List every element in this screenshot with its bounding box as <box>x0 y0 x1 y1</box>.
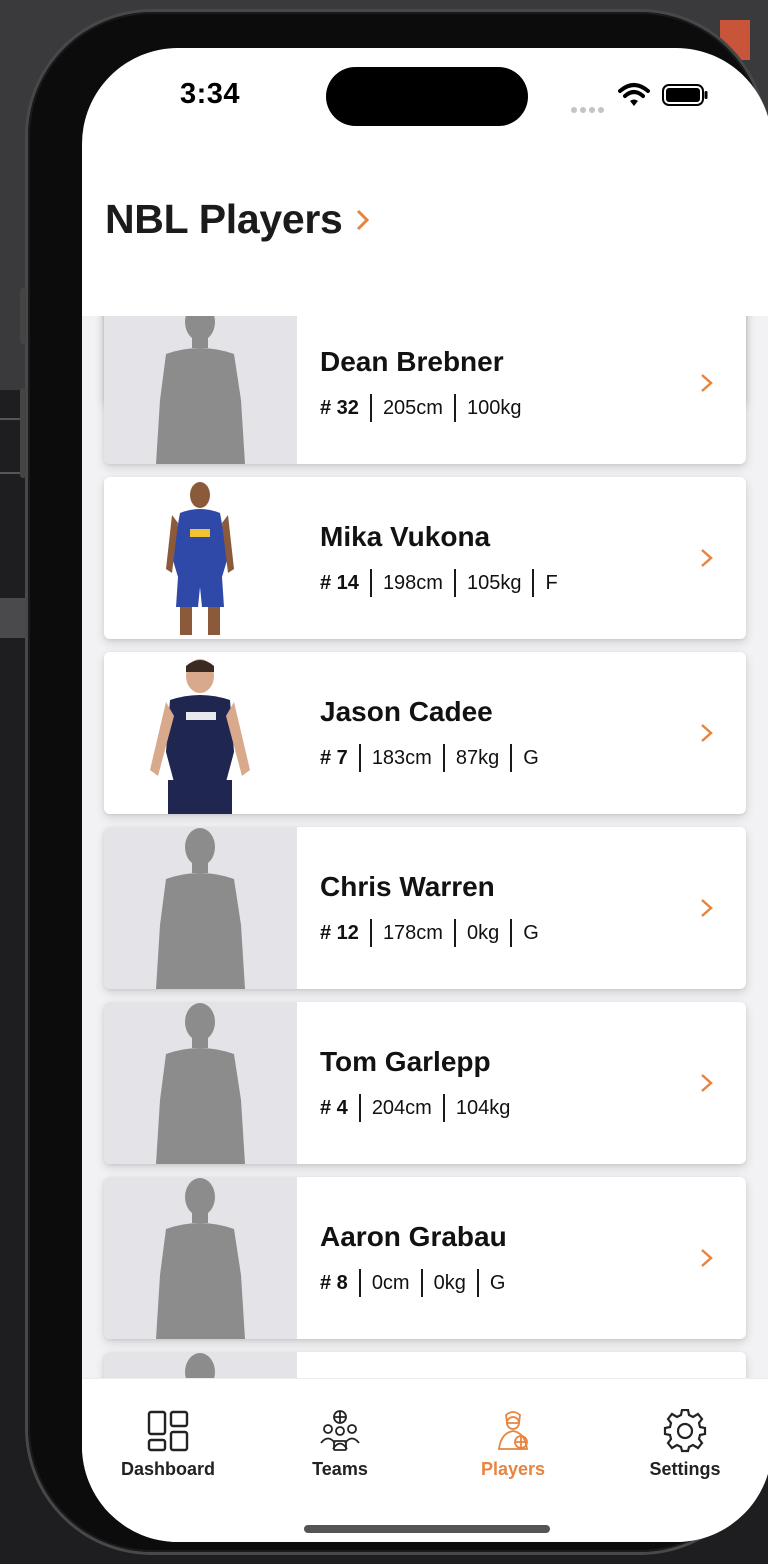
home-indicator[interactable] <box>304 1525 550 1533</box>
chevron-right-icon <box>701 899 713 917</box>
player-name: Chris Warren <box>320 871 495 902</box>
battery-icon <box>662 84 708 106</box>
tab-dashboard[interactable]: Dashboard <box>82 1409 254 1480</box>
player-height: 183cm <box>358 744 443 772</box>
player-silhouette <box>104 827 297 989</box>
chevron-right-icon <box>356 209 369 230</box>
app-screen: 3:34 NBL Players Dean Brebner # 32 205cm… <box>82 48 768 1542</box>
player-number: # 7 <box>320 747 348 769</box>
player-number: # 12 <box>320 922 359 944</box>
chevron-right-icon <box>701 1249 713 1267</box>
player-weight: 105kg <box>453 569 533 597</box>
phone-frame: 3:34 NBL Players Dean Brebner # 32 205cm… <box>20 12 768 1552</box>
player-number: # 14 <box>320 572 359 594</box>
player-card[interactable]: Jason Cadee # 7 183cm 87kg G <box>104 652 746 814</box>
player-card[interactable]: Chris Warren # 12 178cm 0kg G <box>104 827 746 989</box>
player-number: # 32 <box>320 397 359 419</box>
title-row[interactable]: NBL Players <box>105 196 371 243</box>
player-weight: 104kg <box>442 1094 522 1122</box>
status-time: 3:34 <box>180 78 241 110</box>
page-title: NBL Players <box>105 196 343 242</box>
tab-settings[interactable]: Settings <box>599 1409 768 1480</box>
dashboard-grid-icon <box>147 1410 189 1452</box>
teams-icon <box>320 1410 360 1451</box>
player-card[interactable]: Dean Brebner # 32 205cm 100kg <box>104 302 746 464</box>
player-stats: # 7 183cm 87kg G <box>320 744 550 772</box>
player-weight: 100kg <box>453 394 533 422</box>
wifi-icon <box>618 83 650 106</box>
cellular-signal-icon <box>571 100 607 118</box>
player-weight: 87kg <box>442 744 510 772</box>
player-card[interactable]: Aaron Grabau # 8 0cm 0kg G <box>104 1177 746 1339</box>
chevron-right-icon <box>701 374 713 392</box>
player-position: G <box>510 744 550 772</box>
player-name: Mika Vukona <box>320 521 491 552</box>
players-icon <box>497 1411 529 1450</box>
player-stats: # 4 204cm 104kg <box>320 1094 524 1122</box>
player-stats: # 8 0cm 0kg G <box>320 1269 516 1297</box>
player-card[interactable]: Mika Vukona # 14 198cm 105kg F <box>104 477 746 639</box>
player-position: G <box>510 919 550 947</box>
phone-side-button <box>20 388 26 478</box>
player-height: 198cm <box>369 569 454 597</box>
tab-bar: Dashboard Teams Players Settings <box>82 1378 768 1542</box>
chevron-right-icon <box>701 724 713 742</box>
tab-label: Dashboard <box>120 1459 216 1479</box>
player-height: 204cm <box>358 1094 443 1122</box>
player-height: 178cm <box>369 919 454 947</box>
player-stats: # 32 205cm 100kg <box>320 394 535 422</box>
chevron-right-icon <box>701 549 713 567</box>
player-list[interactable]: Dean Brebner # 32 205cm 100kg Mika Vukon… <box>82 242 768 1514</box>
player-number: # 8 <box>320 1272 348 1294</box>
player-height: 0cm <box>358 1269 421 1297</box>
tab-label: Players <box>480 1459 546 1479</box>
player-silhouette <box>104 1002 297 1164</box>
player-name: Tom Garlepp <box>320 1046 491 1077</box>
player-height: 205cm <box>369 394 454 422</box>
player-name: Aaron Grabau <box>320 1221 507 1252</box>
player-silhouette <box>104 302 297 464</box>
tab-players[interactable]: Players <box>427 1409 599 1480</box>
phone-side-button <box>20 288 26 344</box>
player-name: Jason Cadee <box>320 696 493 727</box>
player-number: # 4 <box>320 1097 348 1119</box>
player-photo <box>104 652 297 814</box>
tab-teams[interactable]: Teams <box>254 1409 426 1480</box>
status-bar: 3:34 <box>82 48 768 148</box>
player-position: F <box>532 569 568 597</box>
gear-icon <box>663 1409 707 1453</box>
player-weight: 0kg <box>420 1269 477 1297</box>
tab-label: Teams <box>312 1459 368 1479</box>
chevron-right-icon <box>701 1074 713 1092</box>
player-weight: 0kg <box>453 919 510 947</box>
player-stats: # 14 198cm 105kg F <box>320 569 569 597</box>
dynamic-island <box>326 67 528 126</box>
player-photo <box>104 477 297 639</box>
player-position: G <box>476 1269 517 1297</box>
player-silhouette <box>104 1177 297 1339</box>
tab-label: Settings <box>649 1459 721 1479</box>
player-card[interactable]: Tom Garlepp # 4 204cm 104kg <box>104 1002 746 1164</box>
player-name: Dean Brebner <box>320 346 504 377</box>
player-stats: # 12 178cm 0kg G <box>320 919 550 947</box>
page-header: NBL Players <box>82 148 768 316</box>
